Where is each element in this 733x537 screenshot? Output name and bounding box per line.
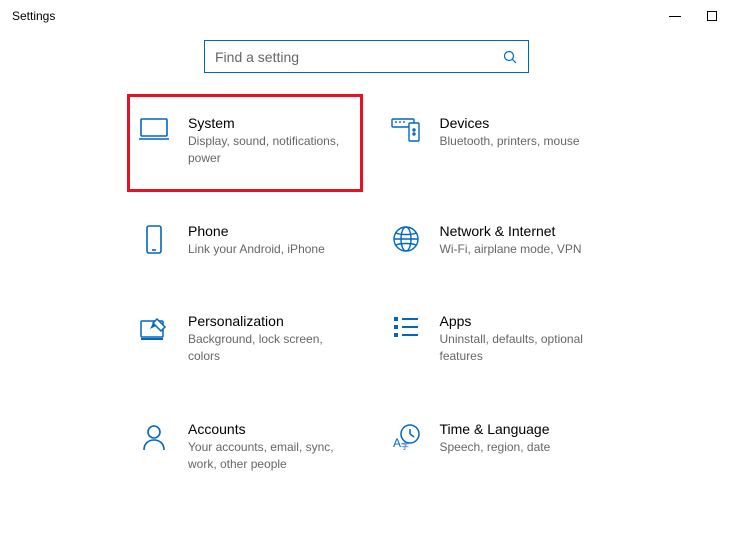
- tile-text: Personalization Background, lock screen,…: [188, 313, 350, 365]
- titlebar: Settings: [0, 0, 733, 32]
- time-language-icon: A 字: [390, 421, 422, 453]
- tile-text: Devices Bluetooth, printers, mouse: [440, 115, 602, 167]
- settings-grid: System Display, sound, notifications, po…: [0, 115, 733, 473]
- window-title: Settings: [2, 9, 55, 23]
- tile-apps[interactable]: Apps Uninstall, defaults, optional featu…: [390, 313, 602, 365]
- tile-title: Personalization: [188, 313, 350, 329]
- tile-title: Devices: [440, 115, 602, 131]
- devices-icon: [390, 115, 422, 147]
- tile-text: Apps Uninstall, defaults, optional featu…: [440, 313, 602, 365]
- tile-desc: Uninstall, defaults, optional features: [440, 331, 602, 365]
- tile-desc: Link your Android, iPhone: [188, 241, 350, 258]
- window-controls: [669, 11, 731, 21]
- accounts-icon: [138, 421, 170, 453]
- tile-devices[interactable]: Devices Bluetooth, printers, mouse: [390, 115, 602, 167]
- tile-phone[interactable]: Phone Link your Android, iPhone: [138, 223, 350, 258]
- tile-text: Phone Link your Android, iPhone: [188, 223, 350, 258]
- tile-text: Accounts Your accounts, email, sync, wor…: [188, 421, 350, 473]
- maximize-icon[interactable]: [707, 11, 717, 21]
- tile-title: Apps: [440, 313, 602, 329]
- tile-time-language[interactable]: A 字 Time & Language Speech, region, date: [390, 421, 602, 473]
- tile-personalization[interactable]: Personalization Background, lock screen,…: [138, 313, 350, 365]
- tile-title: Network & Internet: [440, 223, 602, 239]
- tile-desc: Bluetooth, printers, mouse: [440, 133, 602, 150]
- search-container: [0, 40, 733, 73]
- phone-icon: [138, 223, 170, 255]
- svg-text:A: A: [393, 436, 401, 450]
- search-box[interactable]: [204, 40, 529, 73]
- tile-title: Phone: [188, 223, 350, 239]
- minimize-icon[interactable]: [669, 16, 681, 17]
- tile-text: Time & Language Speech, region, date: [440, 421, 602, 473]
- tile-title: System: [188, 115, 350, 131]
- tile-system[interactable]: System Display, sound, notifications, po…: [127, 94, 363, 192]
- tile-network[interactable]: Network & Internet Wi-Fi, airplane mode,…: [390, 223, 602, 258]
- search-input[interactable]: [215, 49, 502, 65]
- personalization-icon: [138, 313, 170, 345]
- tile-title: Accounts: [188, 421, 350, 437]
- system-icon: [138, 115, 170, 147]
- network-icon: [390, 223, 422, 255]
- tile-text: Network & Internet Wi-Fi, airplane mode,…: [440, 223, 602, 258]
- tile-title: Time & Language: [440, 421, 602, 437]
- tile-desc: Background, lock screen, colors: [188, 331, 350, 365]
- tile-text: System Display, sound, notifications, po…: [188, 115, 350, 167]
- tile-desc: Display, sound, notifications, power: [188, 133, 350, 167]
- search-icon: [502, 49, 518, 65]
- tile-desc: Wi-Fi, airplane mode, VPN: [440, 241, 602, 258]
- svg-text:字: 字: [401, 441, 409, 451]
- tile-accounts[interactable]: Accounts Your accounts, email, sync, wor…: [138, 421, 350, 473]
- tile-desc: Your accounts, email, sync, work, other …: [188, 439, 350, 473]
- tile-desc: Speech, region, date: [440, 439, 602, 456]
- apps-icon: [390, 313, 422, 345]
